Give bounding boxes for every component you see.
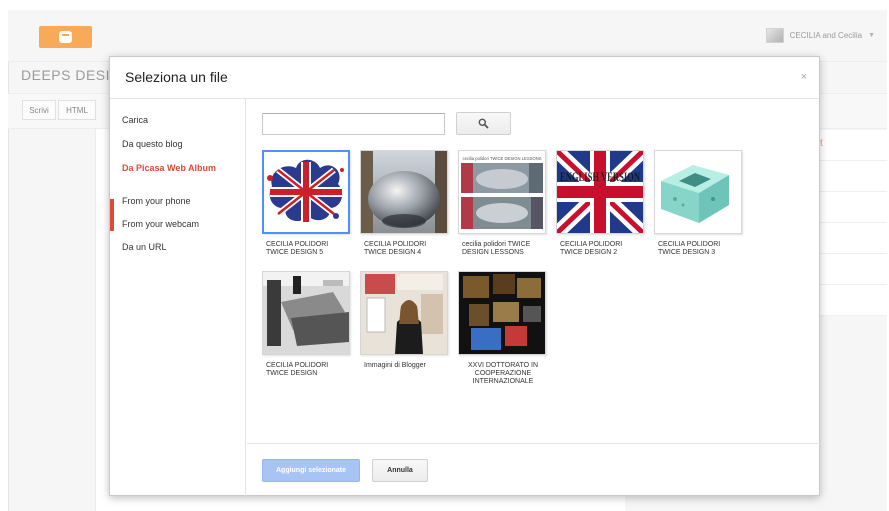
- dialog-footer: Aggiungi selezionate Annulla: [247, 443, 820, 496]
- album-tile[interactable]: CECILIA POLIDORI TWICE DESIGN 4: [360, 150, 448, 257]
- album-tile[interactable]: cecilia polidori TWICE DESIGN LESSONS ce…: [458, 150, 546, 257]
- album-caption: XXVI DOTTORATO IN COOPERAZIONE INTERNAZI…: [467, 362, 538, 385]
- close-icon[interactable]: ×: [801, 71, 807, 83]
- album-browser: CECILIA POLIDORI TWICE DESIGN 5 CECILIA …: [247, 99, 820, 442]
- dialog-title: Seleziona un file: [125, 69, 228, 85]
- album-caption: CECILIA POLIDORI TWICE DESIGN 5: [266, 241, 329, 256]
- album-caption: Immagini di Blogger: [364, 362, 426, 369]
- source-nav: Carica Da questo blog Da Picasa Web Albu…: [110, 99, 246, 496]
- album-thumbnail: [360, 271, 448, 355]
- nav-item-upload[interactable]: Carica: [122, 115, 232, 125]
- search-icon: [478, 118, 489, 129]
- thumb-text-lessons: cecilia polidori TWICE DESIGN LESSONS: [462, 156, 541, 161]
- album-caption: CECILIA POLIDORI TWICE DESIGN: [266, 362, 329, 377]
- nav-item-phone[interactable]: From your phone: [122, 196, 232, 206]
- nav-item-webcam[interactable]: From your webcam: [122, 219, 232, 229]
- album-thumbnail: [458, 271, 546, 355]
- nav-item-picasa[interactable]: Da Picasa Web Album: [122, 163, 232, 173]
- album-thumbnail: [654, 150, 742, 234]
- nav-item-url[interactable]: Da un URL: [122, 242, 232, 252]
- thumb-text-english-version: ENGLISH VERSION: [560, 169, 640, 184]
- album-caption: CECILIA POLIDORI TWICE DESIGN 4: [364, 241, 427, 256]
- nav-item-this-blog[interactable]: Da questo blog: [122, 139, 232, 149]
- album-tile[interactable]: XXVI DOTTORATO IN COOPERAZIONE INTERNAZI…: [458, 271, 546, 386]
- add-selected-button[interactable]: Aggiungi selezionate: [262, 459, 360, 482]
- album-tile[interactable]: ENGLISH VERSION CECILIA POLIDORI TWICE D…: [556, 150, 644, 257]
- album-tile[interactable]: CECILIA POLIDORI TWICE DESIGN 3: [654, 150, 742, 257]
- album-caption: CECILIA POLIDORI TWICE DESIGN 2: [560, 241, 623, 256]
- album-thumbnail: [262, 150, 350, 234]
- album-thumbnail: ENGLISH VERSION: [556, 150, 644, 234]
- album-tile[interactable]: CECILIA POLIDORI TWICE DESIGN 5: [262, 150, 350, 257]
- album-caption: CECILIA POLIDORI TWICE DESIGN 3: [658, 241, 721, 256]
- album-tile[interactable]: CECILIA POLIDORI TWICE DESIGN: [262, 271, 350, 378]
- active-nav-indicator: [110, 199, 114, 231]
- search-input[interactable]: [262, 113, 445, 135]
- cancel-button[interactable]: Annulla: [372, 459, 428, 482]
- album-caption: cecilia polidori TWICE DESIGN LESSONS: [462, 241, 531, 256]
- album-thumbnail: [262, 271, 350, 355]
- album-thumbnail: cecilia polidori TWICE DESIGN LESSONS: [458, 150, 546, 234]
- file-picker-dialog: Seleziona un file × Carica Da questo blo…: [109, 56, 820, 496]
- album-tile[interactable]: Immagini di Blogger: [360, 271, 448, 370]
- album-thumbnail: [360, 150, 448, 234]
- dialog-header: Seleziona un file ×: [110, 57, 819, 99]
- search-button[interactable]: [456, 112, 511, 135]
